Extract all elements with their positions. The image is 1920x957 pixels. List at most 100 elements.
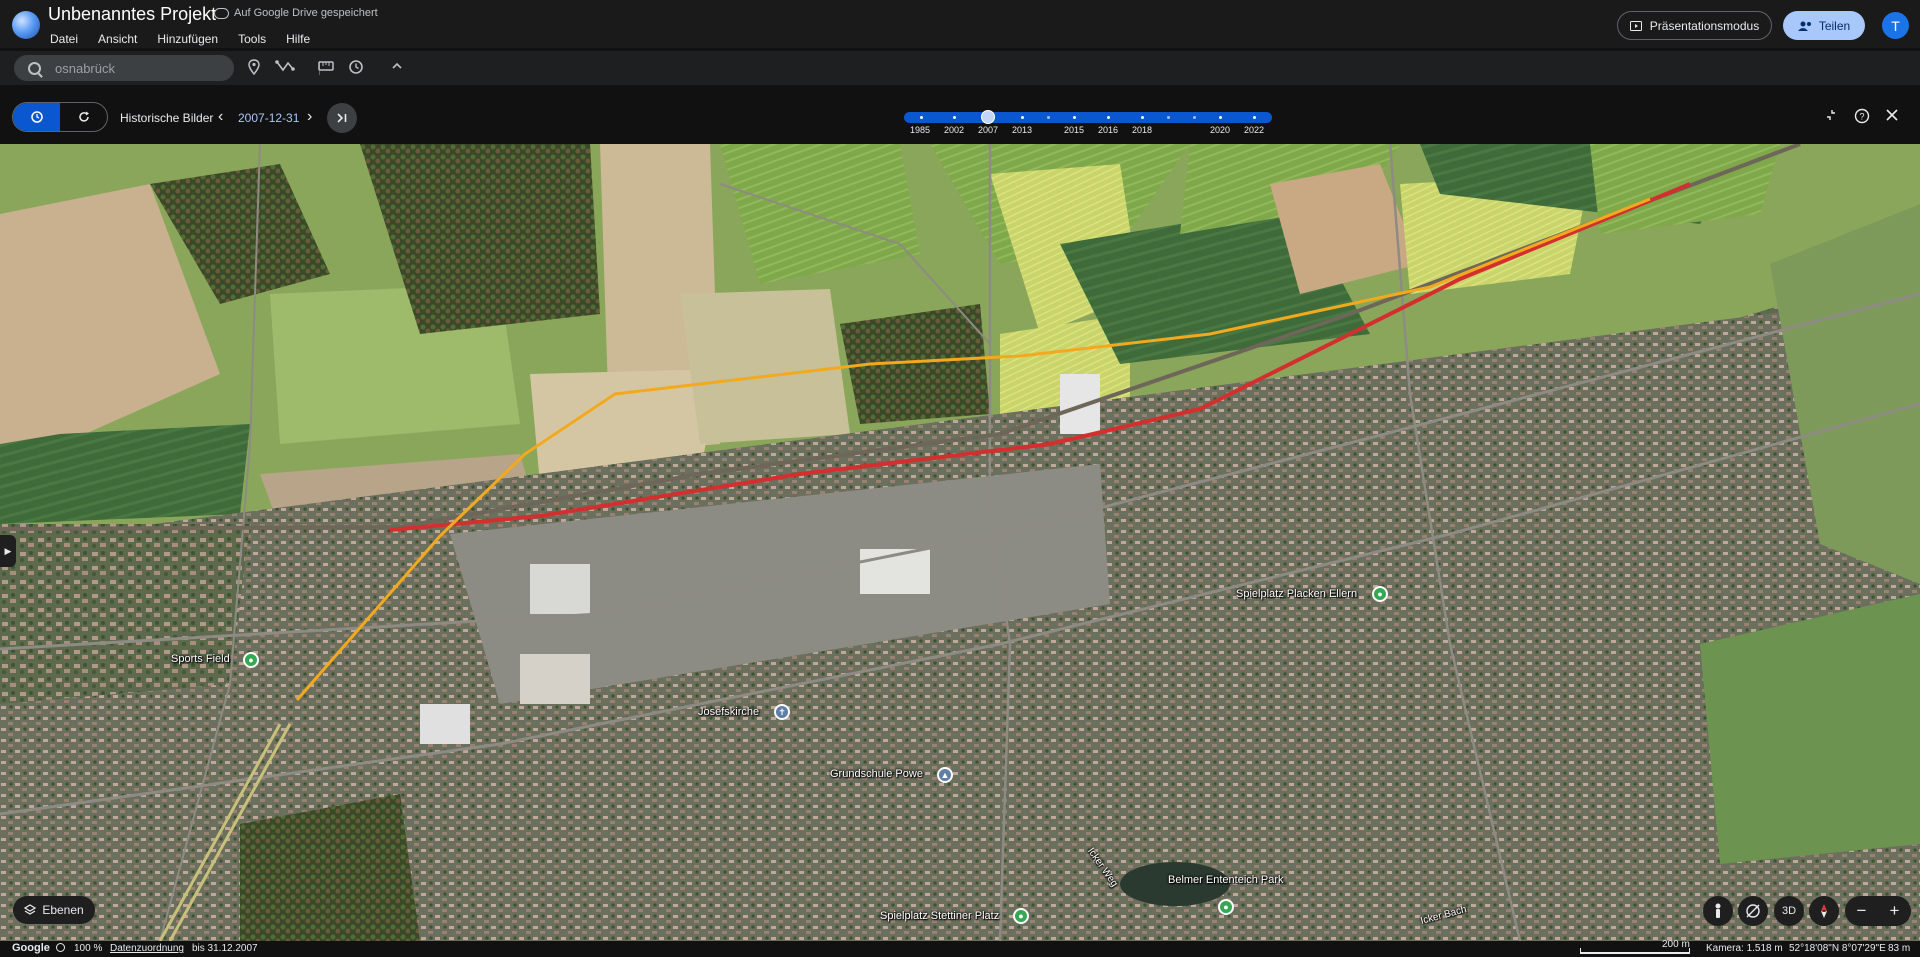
- google-earth-logo[interactable]: [12, 11, 40, 39]
- timeline-year-label: 2013: [1011, 125, 1033, 135]
- church-pin-icon[interactable]: ✝: [774, 704, 790, 720]
- save-status-text: Auf Google Drive gespeichert: [234, 7, 378, 19]
- park-pin-icon[interactable]: ●: [243, 652, 259, 668]
- park-pin-icon[interactable]: ●: [1013, 908, 1029, 924]
- compass-icon[interactable]: [1809, 896, 1839, 926]
- imagery-date-status: bis 31.12.2007: [192, 943, 258, 954]
- help-icon[interactable]: ?: [1854, 108, 1870, 127]
- layers-icon: [24, 904, 37, 915]
- menu-item-hinzufuegen[interactable]: Hinzufügen: [157, 32, 218, 46]
- historical-imagery-icon[interactable]: [348, 59, 364, 78]
- view-3d-button[interactable]: 3D: [1774, 896, 1804, 926]
- timeline-dot-1985[interactable]: [920, 116, 923, 119]
- historical-mode-button[interactable]: [13, 103, 60, 131]
- imagery-date[interactable]: 2007-12-31: [238, 111, 299, 125]
- timeline-dot-2013[interactable]: [1021, 116, 1024, 119]
- collapse-chevron-icon[interactable]: [391, 59, 403, 75]
- layers-button[interactable]: Ebenen: [13, 896, 95, 924]
- cloud-icon: [214, 7, 229, 19]
- zoom-control: − +: [1845, 896, 1911, 926]
- historical-imagery-icon: [30, 111, 43, 123]
- park-pin-icon[interactable]: ●: [1372, 586, 1388, 602]
- search-icon: [28, 61, 41, 75]
- timeline-dot-2022[interactable]: [1253, 116, 1256, 119]
- menu-item-ansicht[interactable]: Ansicht: [98, 32, 137, 46]
- poi-label[interactable]: Grundschule Powe: [830, 768, 923, 780]
- share-button[interactable]: Teilen: [1783, 11, 1865, 40]
- timeline-dot-2002[interactable]: [953, 116, 956, 119]
- zoom-percent: 100 %: [74, 943, 103, 954]
- current-mode-button[interactable]: [60, 103, 107, 131]
- data-attribution-link[interactable]: Datenzuordnung: [110, 943, 184, 954]
- timeline-dot[interactable]: [1047, 116, 1050, 119]
- next-date-chevron-icon[interactable]: ›: [307, 108, 312, 126]
- street-view-pegman-icon[interactable]: [1703, 896, 1733, 926]
- field: [0, 424, 250, 524]
- timeline-dot-2015[interactable]: [1073, 116, 1076, 119]
- no-tilt-icon[interactable]: [1738, 896, 1768, 926]
- search-box[interactable]: [14, 55, 234, 81]
- timeline-year-label: 2016: [1097, 125, 1119, 135]
- timeline-year-label: 2020: [1209, 125, 1231, 135]
- close-icon[interactable]: [1885, 108, 1899, 125]
- satellite-map[interactable]: Sports Field ● Josefskirche ✝ Grundschul…: [0, 144, 1920, 941]
- elevation: 83 m: [1888, 943, 1911, 954]
- poi-label[interactable]: Belmer Ententeich Park: [1168, 874, 1284, 886]
- google-logo: Google: [12, 942, 50, 954]
- park-pin-icon[interactable]: ●: [1218, 899, 1234, 915]
- building: [530, 564, 590, 614]
- zoom-out-button[interactable]: −: [1857, 901, 1867, 921]
- presentation-icon: [1629, 20, 1642, 31]
- refresh-icon: [78, 111, 89, 122]
- coordinates: 52°18'08"N 8°07'29"E: [1789, 943, 1886, 954]
- building: [420, 704, 470, 744]
- zoom-in-button[interactable]: +: [1890, 901, 1900, 921]
- map-canvas[interactable]: [0, 144, 1920, 941]
- jump-to-latest-icon[interactable]: [327, 103, 357, 133]
- field: [0, 524, 250, 704]
- scale-bar: [1580, 948, 1690, 954]
- timeline-year-label: 2015: [1063, 125, 1085, 135]
- place-pin-icon[interactable]: [248, 59, 260, 78]
- project-title[interactable]: Unbenanntes Projekt: [48, 4, 216, 25]
- menu-item-datei[interactable]: Datei: [50, 32, 78, 46]
- timeline-year-label: 2022: [1243, 125, 1265, 135]
- timeline-dot[interactable]: [1167, 116, 1170, 119]
- avatar[interactable]: T: [1882, 12, 1909, 39]
- menu-item-hilfe[interactable]: Hilfe: [286, 32, 310, 46]
- people-icon: [1797, 21, 1811, 31]
- menu-bar: Datei Ansicht Hinzufügen Tools Hilfe: [50, 32, 330, 46]
- timeline-dot-2020[interactable]: [1219, 116, 1222, 119]
- svg-text:?: ?: [1859, 112, 1864, 122]
- menu-item-tools[interactable]: Tools: [238, 32, 266, 46]
- imagery-mode-toggle: [12, 102, 108, 132]
- imagery-timeline[interactable]: [904, 110, 1272, 124]
- poi-label[interactable]: Sports Field: [171, 653, 230, 665]
- timeline-year-label: 2002: [943, 125, 965, 135]
- layers-label: Ebenen: [42, 903, 84, 917]
- previous-date-chevron-icon[interactable]: ‹: [218, 108, 223, 126]
- school-pin-icon[interactable]: ▲: [937, 767, 953, 783]
- loading-ring-icon: [56, 943, 65, 952]
- ruler-icon[interactable]: [318, 59, 334, 76]
- poi-label[interactable]: Josefskirche: [698, 706, 759, 718]
- timeline-year-label: 2018: [1131, 125, 1153, 135]
- poi-label[interactable]: Spielplatz Placken Ellern: [1236, 588, 1357, 600]
- timeline-dot[interactable]: [1193, 116, 1196, 119]
- status-bar: Google 100 % Datenzuordnung bis 31.12.20…: [0, 939, 1920, 957]
- poi-label[interactable]: Spielplatz Stettiner Platz: [880, 910, 999, 922]
- search-input[interactable]: [53, 59, 217, 77]
- historical-imagery-label: Historische Bilder: [120, 111, 214, 125]
- minimize-icon[interactable]: [1824, 108, 1838, 125]
- timeline-dot-2016[interactable]: [1107, 116, 1110, 119]
- expand-panel-chevron-icon[interactable]: ▶: [0, 535, 16, 567]
- timeline-knob[interactable]: [981, 110, 995, 124]
- timeline-year-label-selected: 2007: [977, 125, 999, 135]
- presentation-mode-label: Präsentationsmodus: [1649, 18, 1760, 33]
- field: [680, 289, 850, 444]
- path-icon[interactable]: [275, 59, 295, 76]
- timeline-year-label: 1985: [909, 125, 931, 135]
- timeline-dot-2018[interactable]: [1141, 116, 1144, 119]
- presentation-mode-button[interactable]: Präsentationsmodus: [1617, 11, 1772, 40]
- share-label: Teilen: [1818, 18, 1851, 33]
